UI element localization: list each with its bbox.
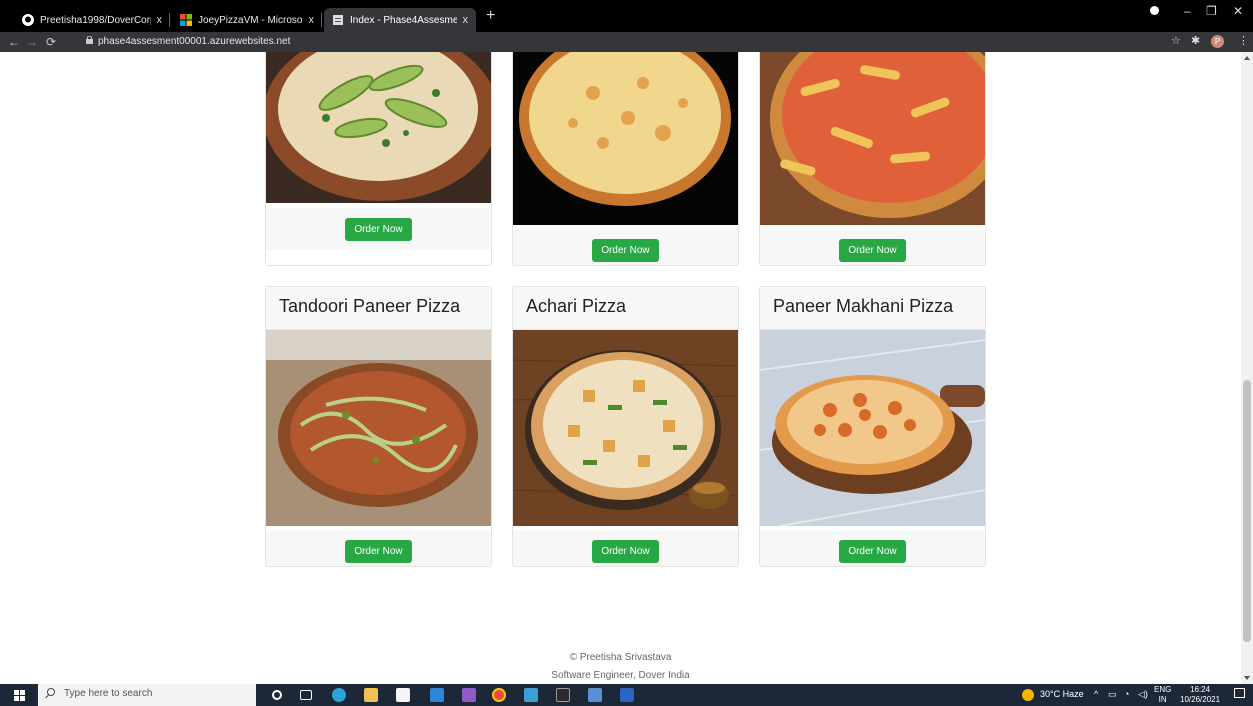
volume-icon[interactable]: ◁) [1138, 689, 1148, 700]
tab-close-icon[interactable]: x [157, 14, 163, 26]
scroll-up-icon[interactable] [1244, 56, 1250, 60]
achari-pizza-image [513, 330, 738, 526]
record-icon[interactable] [1150, 6, 1159, 15]
clock-date: 10/26/2021 [1180, 695, 1221, 704]
teams-icon[interactable] [524, 688, 538, 702]
bookmark-star-icon[interactable]: ☆ [1171, 35, 1181, 48]
notification-icon[interactable] [1234, 688, 1245, 698]
tray-chevron-icon[interactable]: ^ [1094, 689, 1098, 699]
word-icon[interactable] [620, 688, 634, 702]
region-code: IN [1158, 695, 1167, 704]
remote-desktop-icon[interactable] [588, 688, 602, 702]
order-now-button[interactable]: Order Now [345, 217, 412, 241]
card-footer: Order Now [760, 531, 985, 566]
address-bar-url[interactable]: phase4assesment00001.azurewebsites.net [98, 35, 290, 48]
footer-role: Software Engineer, Dover India [551, 670, 690, 681]
edge-icon[interactable] [332, 688, 346, 702]
cheese-pizza-image [513, 52, 738, 225]
avocado-pizza-image [266, 52, 491, 203]
weather-text[interactable]: 30°C Haze [1040, 689, 1084, 699]
taskbar-search[interactable]: Type here to search [38, 684, 256, 706]
card-title: Paneer Makhani Pizza [760, 287, 985, 330]
card-footer: Order Now [760, 230, 985, 265]
page-scrollbar[interactable] [1241, 52, 1253, 684]
tandoori-paneer-pizza-image [266, 330, 491, 526]
tab-close-icon[interactable]: x [309, 14, 315, 26]
card-title: Tandoori Paneer Pizza [266, 287, 491, 330]
reload-icon[interactable]: ⟳ [46, 35, 56, 49]
weather-icon[interactable] [1022, 689, 1034, 701]
browser-toolbar: ← → ⟳ phase4assesment00001.azurewebsites… [0, 32, 1253, 52]
store-icon[interactable] [396, 688, 410, 702]
windows-taskbar: Type here to search 30°C Haze ^ ▭ ◔ ◁) E… [0, 684, 1253, 706]
chrome-icon[interactable] [492, 688, 506, 702]
clock-time: 16:24 [1190, 685, 1211, 694]
search-placeholder: Type here to search [64, 688, 153, 699]
pineapple-pizza-image [760, 52, 985, 225]
pizza-card: Order Now [759, 52, 986, 266]
order-now-button[interactable]: Order Now [839, 539, 906, 563]
pizza-card: Tandoori Paneer Pizza Order Now [265, 286, 492, 567]
pizza-card: Achari Pizza Order Now [512, 286, 739, 567]
menu-icon[interactable]: ⋮ [1238, 35, 1249, 48]
terminal-icon[interactable] [556, 688, 570, 702]
azure-icon [180, 14, 192, 26]
card-title: Achari Pizza [513, 287, 738, 330]
forward-icon[interactable]: → [26, 35, 38, 49]
visual-studio-icon[interactable] [462, 688, 476, 702]
paneer-makhani-pizza-image [760, 330, 985, 527]
pizza-card: Paneer Makhani Pizza Order Now [759, 286, 986, 567]
tab-title: Index - Phase4Assesment [350, 14, 457, 26]
back-icon[interactable]: ← [8, 35, 20, 49]
extensions-icon[interactable]: ✱ [1191, 35, 1200, 48]
card-footer: Order Now [513, 531, 738, 566]
page-viewport: Order Now Order Now Order Now Tandoori P… [0, 52, 1253, 684]
profile-avatar[interactable]: P [1211, 35, 1224, 48]
card-footer: Order Now [513, 230, 738, 265]
cortana-icon[interactable] [272, 690, 282, 700]
browser-tab-strip: Preetisha1998/DoverCorpTrainin x JoeyPiz… [0, 0, 1253, 32]
footer-copyright: © Preetisha Srivastava [569, 652, 672, 663]
card-footer: Order Now [266, 208, 491, 250]
tab-close-icon[interactable]: x [463, 14, 469, 26]
network-icon[interactable]: ▭ [1108, 689, 1117, 700]
scroll-down-icon[interactable] [1244, 676, 1250, 680]
file-explorer-icon[interactable] [364, 688, 378, 702]
search-icon [47, 688, 55, 696]
close-window-icon[interactable]: ✕ [1233, 4, 1243, 18]
order-now-button[interactable]: Order Now [592, 238, 659, 262]
task-view-icon[interactable] [300, 690, 312, 700]
tab-phase4[interactable]: Index - Phase4Assesment x [324, 8, 476, 32]
windows-start-icon[interactable] [14, 690, 25, 701]
tab-title: JoeyPizzaVM - Microsoft Azure [198, 14, 303, 26]
page-icon [333, 15, 343, 25]
pizza-card: Order Now [265, 52, 492, 266]
scrollbar-thumb[interactable] [1243, 380, 1251, 642]
order-now-button[interactable]: Order Now [592, 539, 659, 563]
language-code: ENG [1154, 685, 1172, 694]
language-indicator[interactable]: ENG IN [1154, 685, 1171, 705]
tab-github[interactable]: Preetisha1998/DoverCorpTrainin x [14, 8, 170, 32]
lock-icon [86, 36, 93, 44]
new-tab-button[interactable]: + [486, 8, 495, 24]
tab-azure[interactable]: JoeyPizzaVM - Microsoft Azure x [172, 8, 322, 32]
minimize-icon[interactable]: – [1184, 4, 1191, 18]
mail-icon[interactable] [430, 688, 444, 702]
github-icon [22, 14, 34, 26]
pizza-card: Order Now [512, 52, 739, 266]
wifi-icon[interactable]: ◔ [1124, 689, 1129, 699]
taskbar-clock[interactable]: 16:24 10/26/2021 [1180, 685, 1220, 705]
maximize-icon[interactable]: ❐ [1206, 4, 1217, 18]
tab-title: Preetisha1998/DoverCorpTrainin [40, 14, 151, 26]
card-footer: Order Now [266, 531, 491, 566]
order-now-button[interactable]: Order Now [839, 238, 906, 262]
order-now-button[interactable]: Order Now [345, 539, 412, 563]
